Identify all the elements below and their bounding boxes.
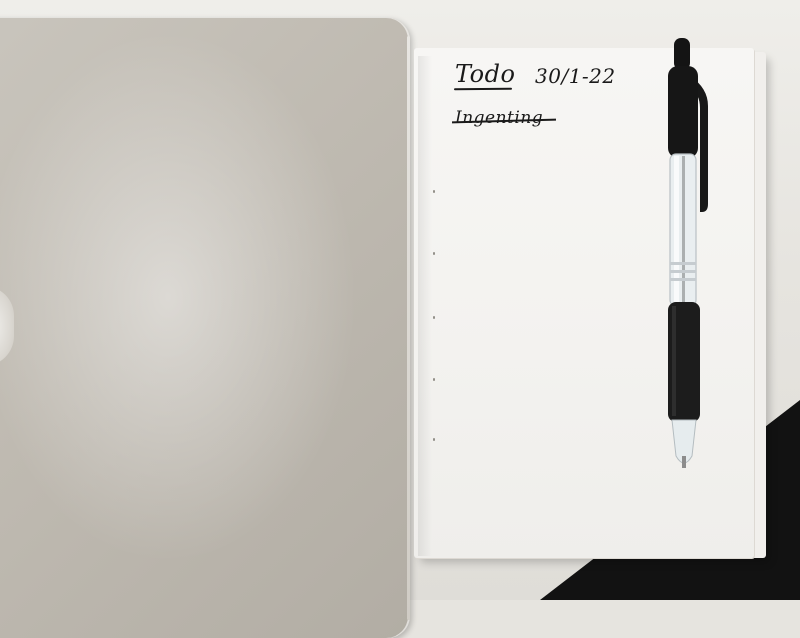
stitch-mark: [433, 252, 435, 255]
apple-logo-icon: [0, 286, 14, 366]
handwritten-title: Todo: [455, 60, 516, 88]
pen-grip-highlight: [672, 306, 676, 416]
pen-rib: [670, 270, 696, 273]
pen: [668, 38, 708, 468]
laptop-edge: [407, 36, 410, 620]
stitch-mark: [433, 190, 435, 193]
photo-scene: Todo 30/1-22 Ingenting: [0, 0, 800, 638]
pen-highlight: [674, 156, 679, 304]
laptop-lid: [0, 18, 410, 638]
pen-rib: [670, 262, 696, 265]
handwritten-date: 30/1-22: [535, 64, 616, 88]
pen-tip: [682, 456, 686, 468]
pen-rib: [670, 278, 696, 281]
pen-upper-body: [668, 66, 698, 158]
page-spine-shadow: [418, 56, 432, 556]
stitch-mark: [433, 378, 435, 381]
pen-refill: [682, 156, 685, 316]
handwritten-todo-item: Ingenting: [455, 108, 544, 128]
stitch-mark: [433, 438, 435, 441]
pen-cap: [674, 38, 690, 70]
stitch-mark: [433, 316, 435, 319]
